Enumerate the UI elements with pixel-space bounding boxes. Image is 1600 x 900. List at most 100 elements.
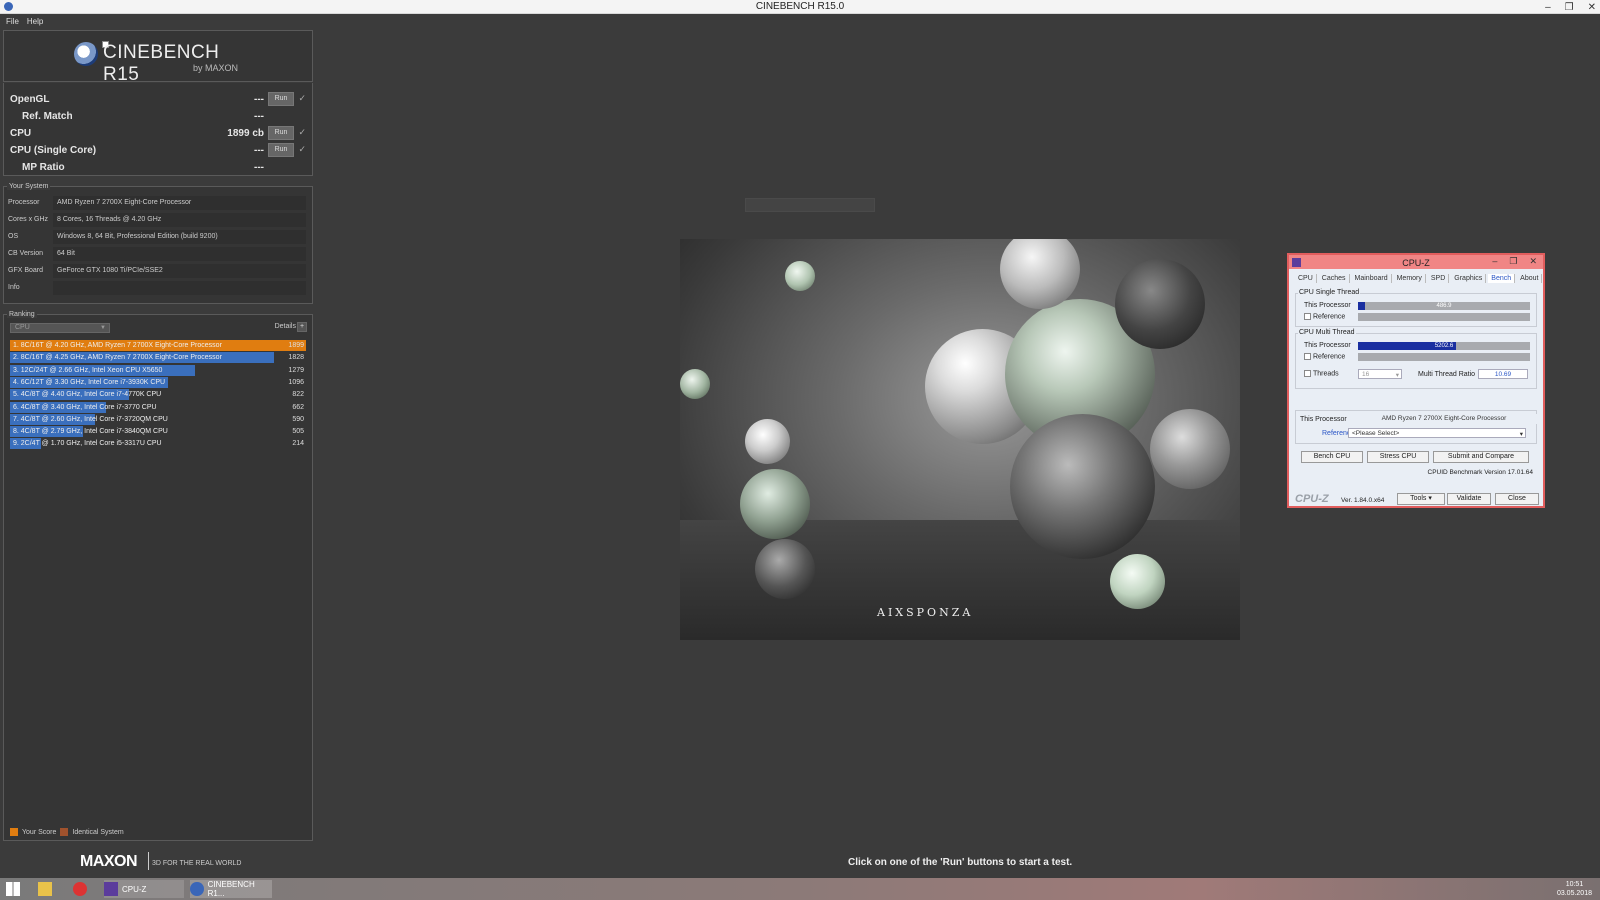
menu-file[interactable]: File — [6, 17, 19, 26]
run-cpu-button[interactable]: Run — [268, 126, 294, 140]
row-label: This Processor — [1304, 302, 1351, 309]
run-cpu-single-button[interactable]: Run — [268, 143, 294, 157]
cpuz-close-dialog-button[interactable]: Close — [1495, 493, 1539, 505]
test-score: 1899 cb — [227, 128, 264, 139]
single-thread-bar: 486.9 — [1358, 302, 1530, 310]
threads-checkbox[interactable] — [1304, 370, 1311, 377]
processor-group: This Processor AMD Ryzen 7 2700X Eight-C… — [1295, 410, 1540, 444]
ranking-score: 1096 — [288, 378, 304, 386]
ranking-legend: Your Score Identical System — [10, 828, 124, 836]
render-sphere — [1010, 414, 1155, 559]
cpuz-logo: CPU-Z — [1295, 493, 1329, 505]
single-thread-score: 486.9 — [1436, 303, 1452, 309]
cpuz-title-bar: CPU-Z – ❐ ✕ — [1289, 255, 1543, 269]
restore-button[interactable]: ❐ — [1565, 2, 1574, 13]
tab-mainboard[interactable]: Mainboard — [1352, 274, 1392, 283]
your-system-panel: Your System Processor AMD Ryzen 7 2700X E… — [3, 183, 313, 304]
test-score: --- — [254, 162, 264, 173]
system-row: CB Version 64 Bit — [8, 247, 306, 262]
render-sphere — [755, 539, 815, 599]
multi-reference-row: Reference — [1304, 353, 1345, 363]
ranking-label: 3. 12C/24T @ 2.66 GHz, Intel Xeon CPU X5… — [13, 366, 163, 374]
submit-compare-button[interactable]: Submit and Compare — [1433, 451, 1529, 463]
test-name: MP Ratio — [22, 162, 65, 173]
ranking-row[interactable]: 3. 12C/24T @ 2.66 GHz, Intel Xeon CPU X5… — [10, 364, 304, 376]
test-score: --- — [254, 94, 264, 105]
ranking-row[interactable]: 7. 4C/8T @ 2.60 GHz, Intel Core i7-3720Q… — [10, 413, 304, 425]
check-icon[interactable]: ✓ — [298, 93, 306, 104]
ranking-row[interactable]: 9. 2C/4T @ 1.70 GHz, Intel Core i5-3317U… — [10, 438, 304, 450]
cpuz-close-button[interactable]: ✕ — [1529, 256, 1537, 267]
legend-identical: Identical System — [72, 828, 124, 836]
menu-bar: File Help — [0, 14, 1600, 29]
details-button[interactable]: + — [297, 322, 307, 332]
test-row-cpu: CPU 1899 cb Run ✓ — [10, 126, 308, 142]
taskbar-cinebench[interactable]: CINEBENCH R1... — [190, 880, 272, 898]
ranking-label: 4. 6C/12T @ 3.30 GHz, Intel Core i7-3930… — [13, 378, 166, 386]
reference-select-value: <Please Select> — [1352, 430, 1400, 437]
start-button[interactable] — [6, 880, 24, 898]
render-viewport: AIXSPONZA — [680, 239, 1240, 640]
ranking-score: 590 — [292, 415, 304, 423]
chevron-down-icon: ▼ — [100, 325, 106, 331]
tab-memory[interactable]: Memory — [1394, 274, 1426, 283]
ratio-label: Multi Thread Ratio — [1418, 371, 1476, 378]
ranking-row[interactable]: 5. 4C/8T @ 4.40 GHz, Intel Core i7-4770K… — [10, 389, 304, 401]
ranking-label: 7. 4C/8T @ 2.60 GHz, Intel Core i7-3720Q… — [13, 415, 168, 423]
taskbar-clock[interactable]: 10:51 03.05.2018 — [1557, 880, 1592, 898]
test-row-opengl: OpenGL --- Run ✓ — [10, 92, 308, 108]
run-opengl-button[interactable]: Run — [268, 92, 294, 106]
system-key: OS — [8, 233, 19, 240]
tab-graphics[interactable]: Graphics — [1451, 274, 1487, 283]
threads-select[interactable]: 16 ▾ — [1358, 369, 1402, 379]
cpu-multi-thread-group: CPU Multi Thread This Processor 5202.6 R… — [1295, 329, 1537, 389]
check-icon[interactable]: ✓ — [298, 127, 306, 138]
system-row: Info — [8, 281, 306, 296]
group-title: CPU Single Thread — [1298, 289, 1361, 296]
test-name: Ref. Match — [22, 111, 73, 122]
tab-about[interactable]: About — [1517, 274, 1543, 283]
test-score: --- — [254, 111, 264, 122]
cpuz-window: CPU-Z – ❐ ✕ CPU Caches Mainboard Memory … — [1287, 253, 1545, 508]
ranking-row[interactable]: 4. 6C/12T @ 3.30 GHz, Intel Core i7-3930… — [10, 376, 304, 388]
stress-cpu-button[interactable]: Stress CPU — [1367, 451, 1429, 463]
threads-value: 16 — [1362, 371, 1370, 378]
taskbar-cpuz[interactable]: CPU-Z — [104, 880, 184, 898]
reference-checkbox[interactable] — [1304, 313, 1311, 320]
cpuz-maximize-button[interactable]: ❐ — [1509, 256, 1517, 267]
ranking-row[interactable]: 8. 4C/8T @ 2.79 GHz, Intel Core i7-3840Q… — [10, 426, 304, 438]
ranking-select[interactable]: CPU ▼ — [10, 323, 110, 333]
menu-help[interactable]: Help — [27, 17, 43, 26]
system-row: Processor AMD Ryzen 7 2700X Eight-Core Pr… — [8, 196, 306, 211]
tools-button[interactable]: Tools ▾ — [1397, 493, 1445, 505]
tab-cpu[interactable]: CPU — [1295, 274, 1317, 283]
taskbar: CPU-Z CINEBENCH R1... 10:51 03.05.2018 — [0, 878, 1600, 900]
single-reference-row: Reference — [1304, 313, 1345, 323]
reference-checkbox[interactable] — [1304, 353, 1311, 360]
taskbar-explorer[interactable] — [38, 880, 56, 898]
ranking-row[interactable]: 2. 8C/16T @ 4.25 GHz, AMD Ryzen 7 2700X … — [10, 352, 304, 364]
minimize-button[interactable]: – — [1545, 2, 1551, 13]
your-system-title: Your System — [7, 183, 51, 190]
tab-spd[interactable]: SPD — [1428, 274, 1450, 283]
render-title-box — [745, 198, 875, 212]
info-field[interactable] — [53, 281, 306, 295]
details-label[interactable]: Details — [275, 323, 296, 330]
test-row-ref-match: Ref. Match --- — [10, 109, 308, 125]
reference-select[interactable]: <Please Select> ▾ — [1348, 428, 1526, 438]
cpuz-minimize-button[interactable]: – — [1492, 256, 1497, 267]
bench-cpu-button[interactable]: Bench CPU — [1301, 451, 1363, 463]
taskbar-vivaldi[interactable] — [73, 880, 91, 898]
test-score: --- — [254, 145, 264, 156]
logo-brand: CINEBENCH R15 — [102, 41, 220, 85]
validate-button[interactable]: Validate — [1447, 493, 1491, 505]
processor-label: This Processor — [1300, 416, 1347, 423]
tab-bench[interactable]: Bench — [1488, 274, 1516, 283]
ranking-row[interactable]: 1. 8C/16T @ 4.20 GHz, AMD Ryzen 7 2700X … — [10, 340, 306, 351]
close-button[interactable]: ✕ — [1588, 2, 1596, 13]
check-icon[interactable]: ✓ — [298, 144, 306, 155]
tab-caches[interactable]: Caches — [1319, 274, 1350, 283]
ranking-row[interactable]: 6. 4C/8T @ 3.40 GHz, Intel Core i7-3770 … — [10, 401, 304, 413]
ranking-score: 505 — [292, 428, 304, 436]
cinebench-logo: CINEBENCH R15 by MAXON — [3, 30, 313, 85]
